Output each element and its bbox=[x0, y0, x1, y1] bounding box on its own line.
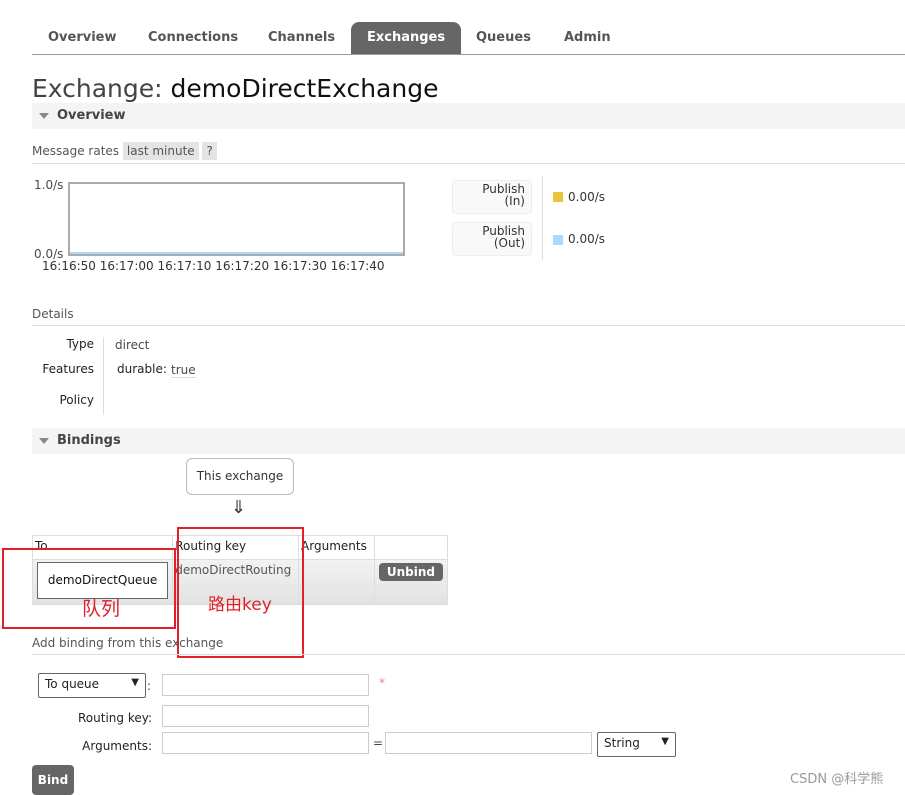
annotation-routing-key: 路由key bbox=[208, 595, 272, 615]
required-mark: * bbox=[379, 676, 385, 690]
add-binding-heading: Add binding from this exchange bbox=[32, 636, 905, 655]
help-button[interactable]: ? bbox=[202, 142, 217, 160]
tab-overview[interactable]: Overview bbox=[32, 22, 133, 54]
chevron-down-icon: ▼ bbox=[131, 677, 139, 688]
x-tick: 16:17:40 bbox=[330, 259, 385, 273]
argument-value-input[interactable] bbox=[385, 732, 592, 754]
x-tick: 16:17:10 bbox=[157, 259, 212, 273]
title-prefix: Exchange: bbox=[32, 74, 163, 103]
x-tick: 16:17:30 bbox=[272, 259, 327, 273]
message-rates-header: Message rates last minute ? bbox=[32, 142, 905, 164]
divider bbox=[542, 176, 543, 260]
nav-tabs: Overview Connections Channels Exchanges … bbox=[32, 22, 905, 55]
feature-value: true bbox=[171, 363, 196, 378]
source-exchange-box: This exchange bbox=[186, 458, 294, 495]
collapse-triangle-icon bbox=[39, 113, 49, 119]
tab-queues[interactable]: Queues bbox=[460, 22, 547, 54]
arguments-label: Arguments: bbox=[82, 739, 152, 753]
type-label: Type bbox=[66, 337, 94, 351]
arguments-cell bbox=[298, 559, 375, 605]
x-tick: 16:17:20 bbox=[215, 259, 270, 273]
publish-out-rate: 0.00/s bbox=[568, 232, 606, 246]
section-heading: Overview bbox=[57, 108, 126, 123]
down-arrow-icon: ⇓ bbox=[231, 497, 247, 518]
details-heading: Details bbox=[32, 307, 905, 326]
page-title: Exchange: demoDirectExchange bbox=[32, 74, 438, 103]
x-axis-ticks: 16:16:50 16:17:00 16:17:10 16:17:20 16:1… bbox=[42, 259, 385, 273]
colon: : bbox=[147, 679, 152, 693]
y-max-label: 1.0/s bbox=[34, 178, 64, 192]
section-heading: Bindings bbox=[57, 433, 121, 448]
chevron-down-icon: ▼ bbox=[661, 736, 669, 747]
unbind-button[interactable]: Unbind bbox=[378, 563, 443, 581]
column-header-arguments: Arguments bbox=[298, 535, 375, 560]
watermark: CSDN @科学熊 bbox=[790, 772, 884, 787]
tab-channels[interactable]: Channels bbox=[252, 22, 351, 54]
rate-chart bbox=[68, 182, 405, 256]
destination-type-select[interactable]: To queue ▼ bbox=[38, 673, 146, 698]
destination-name-input[interactable] bbox=[162, 674, 369, 696]
bind-button[interactable]: Bind bbox=[32, 765, 74, 795]
bindings-section-toggle[interactable]: Bindings bbox=[32, 428, 905, 454]
legend-publish-in: Publish (In) bbox=[452, 180, 532, 214]
divider bbox=[103, 337, 104, 415]
publish-in-swatch bbox=[553, 192, 563, 202]
x-tick: 16:16:50 bbox=[42, 259, 96, 273]
annotation-queue: 队列 bbox=[82, 598, 121, 620]
features-label: Features bbox=[42, 362, 94, 376]
feature-key: durable: bbox=[117, 362, 167, 376]
column-header-actions bbox=[373, 535, 449, 560]
range-selector[interactable]: last minute bbox=[122, 142, 199, 160]
argument-type-select[interactable]: String ▼ bbox=[597, 732, 676, 757]
routing-key-label: Routing key: bbox=[78, 711, 152, 725]
publish-out-series-line bbox=[70, 252, 403, 254]
collapse-triangle-icon bbox=[39, 438, 49, 444]
message-rates-label: Message rates bbox=[32, 144, 120, 158]
publish-out-swatch bbox=[553, 235, 563, 245]
tab-admin[interactable]: Admin bbox=[548, 22, 627, 54]
equals-sign: = bbox=[373, 736, 384, 750]
overview-section-toggle[interactable]: Overview bbox=[32, 103, 905, 129]
type-value: direct bbox=[115, 338, 150, 352]
policy-label: Policy bbox=[59, 393, 94, 407]
routing-key-input[interactable] bbox=[162, 705, 369, 727]
argument-key-input[interactable] bbox=[162, 732, 369, 754]
exchange-name: demoDirectExchange bbox=[170, 74, 439, 103]
publish-in-rate: 0.00/s bbox=[568, 190, 606, 204]
legend-publish-out: Publish (Out) bbox=[452, 222, 532, 256]
x-tick: 16:17:00 bbox=[99, 259, 154, 273]
tab-exchanges[interactable]: Exchanges bbox=[351, 22, 462, 54]
tab-connections[interactable]: Connections bbox=[132, 22, 254, 54]
